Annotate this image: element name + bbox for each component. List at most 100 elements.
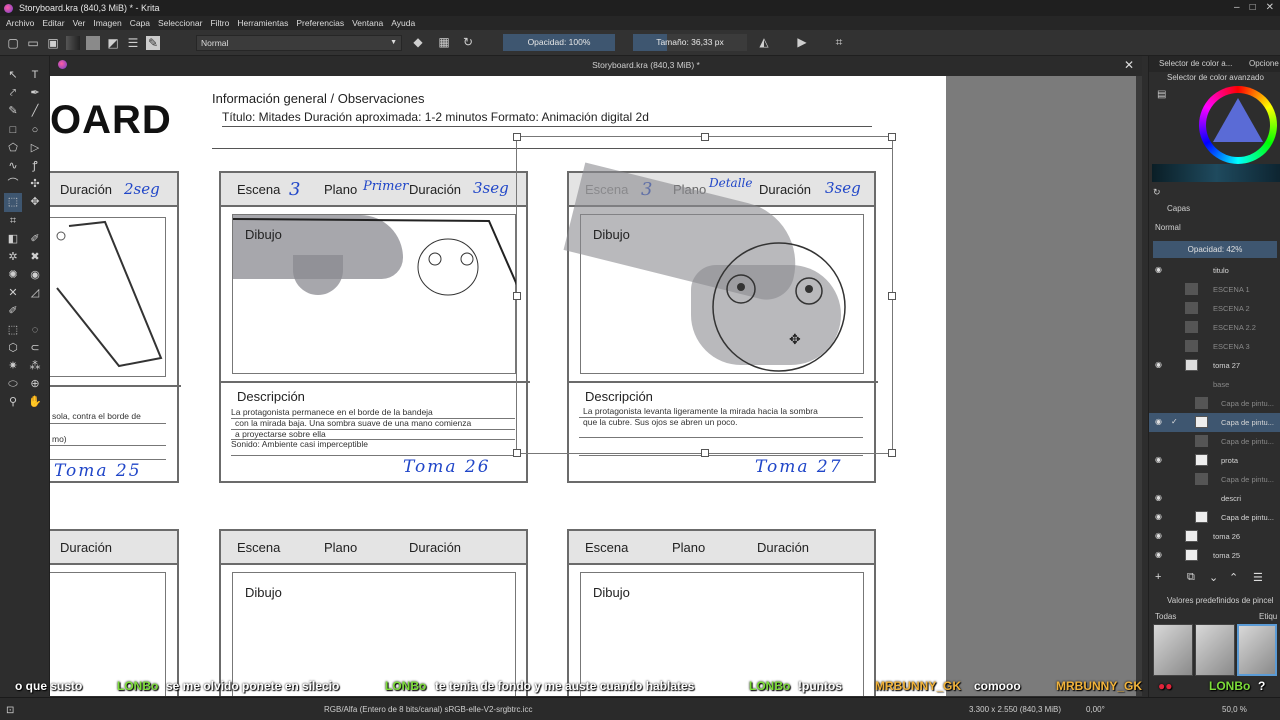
- pan-tool-icon[interactable]: ✋: [26, 393, 44, 411]
- close-document-icon[interactable]: ✕: [1124, 58, 1134, 72]
- transform-handle[interactable]: [513, 133, 521, 141]
- maximize-button[interactable]: □: [1250, 2, 1256, 13]
- eye-icon[interactable]: ◉: [1155, 512, 1162, 521]
- bezier-tool-icon[interactable]: ∿: [4, 157, 22, 175]
- eye-icon[interactable]: ◉: [1155, 360, 1162, 369]
- move-up-icon[interactable]: ⌃: [1229, 571, 1238, 584]
- polygon-tool-icon[interactable]: ⬠: [4, 139, 22, 157]
- menu-imagen[interactable]: Imagen: [93, 18, 121, 28]
- fill-tool-icon[interactable]: ✖: [26, 248, 44, 266]
- pattern-fill-icon[interactable]: ◉: [26, 266, 44, 284]
- assistant-tool-icon[interactable]: ✕: [4, 284, 22, 302]
- menu-herramientas[interactable]: Herramientas: [237, 18, 288, 28]
- layer-row[interactable]: Capa de pintu...: [1149, 470, 1280, 489]
- close-window-button[interactable]: ✕: [1266, 2, 1274, 13]
- color-triangle[interactable]: [1213, 98, 1263, 142]
- zoom-tool-icon[interactable]: ⚲: [4, 393, 22, 411]
- rectangle-tool-icon[interactable]: □: [4, 121, 22, 139]
- color-settings-icon[interactable]: ▤: [1157, 89, 1166, 100]
- eye-icon[interactable]: ◉: [1155, 455, 1162, 464]
- color-history-bar[interactable]: [1152, 164, 1280, 182]
- reference-tool-icon[interactable]: ✐: [4, 302, 22, 320]
- menu-preferencias[interactable]: Preferencias: [296, 18, 344, 28]
- new-document-icon[interactable]: ▢: [6, 36, 20, 50]
- mirror-horizontal-icon[interactable]: ◭: [757, 35, 771, 49]
- eye-icon[interactable]: ◉: [1155, 265, 1162, 274]
- eye-icon[interactable]: ◉: [1155, 417, 1162, 426]
- open-folder-icon[interactable]: ▭: [26, 36, 40, 50]
- brush-editor-icon[interactable]: ✎: [146, 35, 160, 50]
- reload-icon[interactable]: ↻: [461, 35, 475, 49]
- color-swap-icon[interactable]: ◩: [106, 36, 120, 50]
- smart-patch-icon[interactable]: ✲: [4, 248, 22, 266]
- freehand-select-icon[interactable]: ⊂: [26, 339, 44, 357]
- menu-seleccionar[interactable]: Seleccionar: [158, 18, 202, 28]
- layer-row[interactable]: ◉ descri: [1149, 489, 1280, 508]
- layer-row[interactable]: ◉ toma 27: [1149, 356, 1280, 375]
- alpha-lock-icon[interactable]: ▦: [437, 35, 451, 49]
- vertical-scrollbar[interactable]: [1136, 76, 1142, 696]
- transform-handle[interactable]: [888, 133, 896, 141]
- layer-row[interactable]: ◉ titulo: [1149, 261, 1280, 280]
- ellipse-select-icon[interactable]: ◌: [26, 321, 44, 339]
- transform-handle[interactable]: [513, 449, 521, 457]
- transform-handle[interactable]: [701, 133, 709, 141]
- layer-menu-icon[interactable]: ☰: [1253, 571, 1263, 584]
- eraser-icon[interactable]: ◆: [411, 35, 425, 49]
- refresh-icon[interactable]: ↻: [1153, 187, 1161, 198]
- dynamic-brush-icon[interactable]: ⌒: [4, 175, 22, 193]
- status-rotation[interactable]: 0,00°: [1086, 705, 1105, 714]
- layer-row[interactable]: ◉ Capa de pintu...: [1149, 508, 1280, 527]
- menu-ver[interactable]: Ver: [73, 18, 86, 28]
- text-tool-icon[interactable]: T: [26, 66, 44, 84]
- document-tab[interactable]: Storyboard.kra (840,3 MiB) * ✕: [50, 56, 1142, 76]
- tab-color-selector[interactable]: Selector de color a...: [1159, 59, 1232, 68]
- layer-row[interactable]: ◉ prota: [1149, 451, 1280, 470]
- freehand-path-icon[interactable]: ꝭ: [26, 157, 44, 175]
- brush-preset-selected[interactable]: [1237, 624, 1277, 676]
- pattern-icon[interactable]: [86, 35, 100, 50]
- gradient-tool-icon[interactable]: ◧: [4, 230, 22, 248]
- brush-preset[interactable]: [1195, 624, 1235, 676]
- enclose-fill-icon[interactable]: ✺: [4, 266, 22, 284]
- transform-bounding-box[interactable]: ✥: [513, 133, 896, 457]
- check-icon[interactable]: ✓: [1171, 417, 1178, 426]
- eye-icon[interactable]: ◉: [1155, 550, 1162, 559]
- gradient-icon[interactable]: [66, 35, 80, 50]
- menu-archivo[interactable]: Archivo: [6, 18, 34, 28]
- polyline-tool-icon[interactable]: ▷: [26, 139, 44, 157]
- contiguous-select-icon[interactable]: ✷: [4, 357, 22, 375]
- statusbar-icon[interactable]: ⊡: [6, 705, 14, 716]
- canvas[interactable]: OARD Información general / Observaciones…: [50, 76, 1142, 696]
- color-wheel[interactable]: [1199, 86, 1277, 164]
- save-icon[interactable]: ▣: [46, 36, 60, 50]
- brush-preset[interactable]: [1153, 624, 1193, 676]
- ellipse-tool-icon[interactable]: ○: [26, 121, 44, 139]
- bezier-select-icon[interactable]: ⬭: [4, 375, 22, 393]
- layer-row[interactable]: Capa de pintu...: [1149, 394, 1280, 413]
- polygon-select-icon[interactable]: ⬡: [4, 339, 22, 357]
- add-layer-icon[interactable]: +: [1155, 571, 1161, 583]
- transform-handle[interactable]: [701, 449, 709, 457]
- measure-tool-icon[interactable]: ◿: [26, 284, 44, 302]
- brush-size-slider[interactable]: Tamaño: 36,33 px: [633, 34, 747, 51]
- eye-icon[interactable]: ◉: [1155, 531, 1162, 540]
- transform-handle[interactable]: [888, 449, 896, 457]
- crop-icon[interactable]: ⌗: [832, 35, 846, 49]
- layer-row[interactable]: ESCENA 2.2: [1149, 318, 1280, 337]
- opacity-slider[interactable]: Opacidad: 100%: [503, 34, 615, 51]
- minimize-button[interactable]: –: [1234, 2, 1240, 13]
- freehand-brush-icon[interactable]: ✎: [4, 102, 22, 120]
- line-tool-icon[interactable]: ╱: [26, 102, 44, 120]
- menu-ayuda[interactable]: Ayuda: [391, 18, 415, 28]
- layer-row[interactable]: Capa de pintu...: [1149, 432, 1280, 451]
- select-shapes-icon[interactable]: ↖: [4, 66, 22, 84]
- layer-row[interactable]: ESCENA 1: [1149, 280, 1280, 299]
- mirror-vertical-icon[interactable]: ▶: [795, 35, 809, 49]
- brush-tag-select[interactable]: Etiqu: [1259, 612, 1277, 621]
- layer-opacity-slider[interactable]: Opacidad: 42%: [1153, 241, 1277, 258]
- move-tool-icon[interactable]: ✥: [26, 193, 44, 211]
- tab-options[interactable]: Opcione: [1249, 59, 1279, 68]
- duplicate-layer-icon[interactable]: ⧉: [1187, 571, 1195, 584]
- eye-icon[interactable]: ◉: [1155, 493, 1162, 502]
